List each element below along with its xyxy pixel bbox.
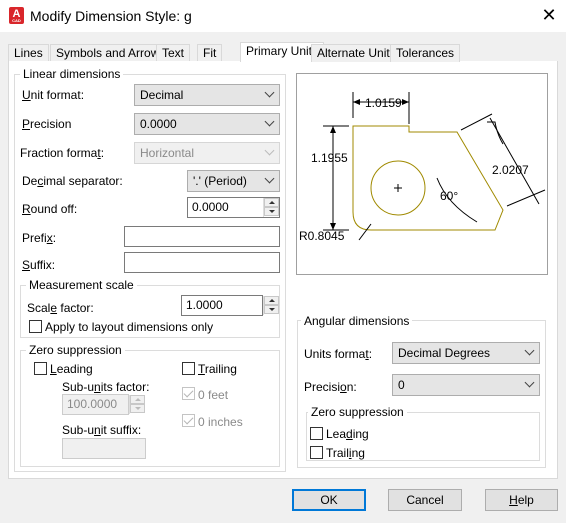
linear-dimensions-title: Linear dimensions [20,67,124,81]
tab-tolerances[interactable]: Tolerances [390,44,461,62]
preview-angle-text: 60° [440,189,459,203]
stepper-up-icon[interactable] [264,198,279,207]
preview-dim-left-lines [323,125,349,231]
decimal-separator-label: Decimal separator: [22,174,123,188]
angular-trailing-checkbox[interactable] [310,446,323,459]
sub-unit-suffix-label: Sub-unit suffix: [62,423,142,437]
dimension-preview: 1.0159 1.1955 2.0207 60° R0.8045 [296,73,548,275]
decimal-separator-select[interactable]: '.' (Period) [187,170,280,192]
unit-format-select[interactable]: Decimal [134,84,280,106]
round-off-label: Round off: [22,202,78,216]
precision-label: Precision [22,117,72,131]
apply-layout-label: Apply to layout dimensions only [45,320,214,334]
ok-button[interactable]: OK [292,489,366,511]
angular-dimensions-title: Angular dimensions [301,314,413,328]
angular-units-format-select[interactable]: Decimal Degrees [392,342,540,364]
preview-radius-leader [358,223,372,241]
angular-leading-label: Leading [326,427,369,441]
preview-angle-leader [487,121,504,145]
tab-lines[interactable]: Lines [8,44,49,62]
help-button[interactable]: Help [485,489,558,511]
tab-fit[interactable]: Fit [197,44,223,62]
tab-alternate-units[interactable]: Alternate Units [311,44,402,62]
suffix-label: Suffix: [22,258,56,272]
preview-part-outline [352,125,504,231]
zero-suppression-title: Zero suppression [26,343,125,357]
preview-center-mark [394,184,402,192]
prefix-label: Prefix: [22,231,57,245]
preview-dim-left-text: 1.1955 [311,151,348,165]
fraction-format-select[interactable]: Horizontal [134,142,280,164]
stepper-down-icon[interactable] [130,404,145,413]
cancel-button[interactable]: Cancel [388,489,462,511]
scale-factor-input[interactable]: 1.0000 [181,295,263,316]
angular-leading-checkbox[interactable] [310,427,323,440]
round-off-stepper[interactable] [263,198,279,217]
apply-layout-checkbox[interactable] [29,320,42,333]
chevron-down-icon [524,377,535,388]
scale-factor-stepper[interactable] [263,296,279,315]
fraction-format-label: Fraction format: [20,146,105,160]
autocad-app-icon: A CAD [9,7,24,24]
chevron-down-icon [264,145,275,156]
sub-units-factor-input[interactable]: 100.0000 [62,394,129,415]
unit-format-label: Unit format: [22,88,85,102]
sub-unit-suffix-input[interactable] [62,438,146,459]
stepper-down-icon[interactable] [264,305,279,314]
angular-precision-label: Precision: [304,380,357,394]
preview-dim-right-text: 2.0207 [492,163,529,177]
sub-units-factor-stepper[interactable] [129,395,145,414]
zero-inches-label: 0 inches [198,415,243,429]
preview-dim-top-text: 1.0159 [365,96,402,110]
preview-radius-text: R0.8045 [299,229,345,243]
chevron-down-icon [264,87,275,98]
trailing-label: Trailing [198,362,237,376]
close-icon[interactable]: ✕ [540,5,558,25]
tab-text[interactable]: Text [156,44,191,62]
measurement-scale-title: Measurement scale [26,278,137,292]
tab-symbols-and-arrows[interactable]: Symbols and Arrows [50,44,172,62]
window-title: Modify Dimension Style: g [30,8,192,24]
zero-inches-checkbox[interactable] [182,414,195,427]
angular-zero-suppression-title: Zero suppression [308,405,407,419]
leading-checkbox[interactable] [34,362,47,375]
chevron-down-icon [264,116,275,127]
suffix-input[interactable] [124,252,280,273]
sub-units-factor-label: Sub-units factor: [62,380,150,394]
scale-factor-label: Scale factor: [27,301,94,315]
zero-feet-checkbox[interactable] [182,387,195,400]
angular-trailing-label: Trailing [326,446,365,460]
zero-feet-label: 0 feet [198,388,229,402]
units-format-label: Units format: [304,347,373,361]
chevron-down-icon [524,345,535,356]
precision-select[interactable]: 0.0000 [134,113,280,135]
stepper-down-icon[interactable] [264,207,279,216]
prefix-input[interactable] [124,226,280,247]
stepper-up-icon[interactable] [264,296,279,305]
angular-precision-select[interactable]: 0 [392,374,540,396]
stepper-up-icon[interactable] [130,395,145,404]
leading-label: Leading [50,362,93,376]
chevron-down-icon [264,173,275,184]
trailing-checkbox[interactable] [182,362,195,375]
